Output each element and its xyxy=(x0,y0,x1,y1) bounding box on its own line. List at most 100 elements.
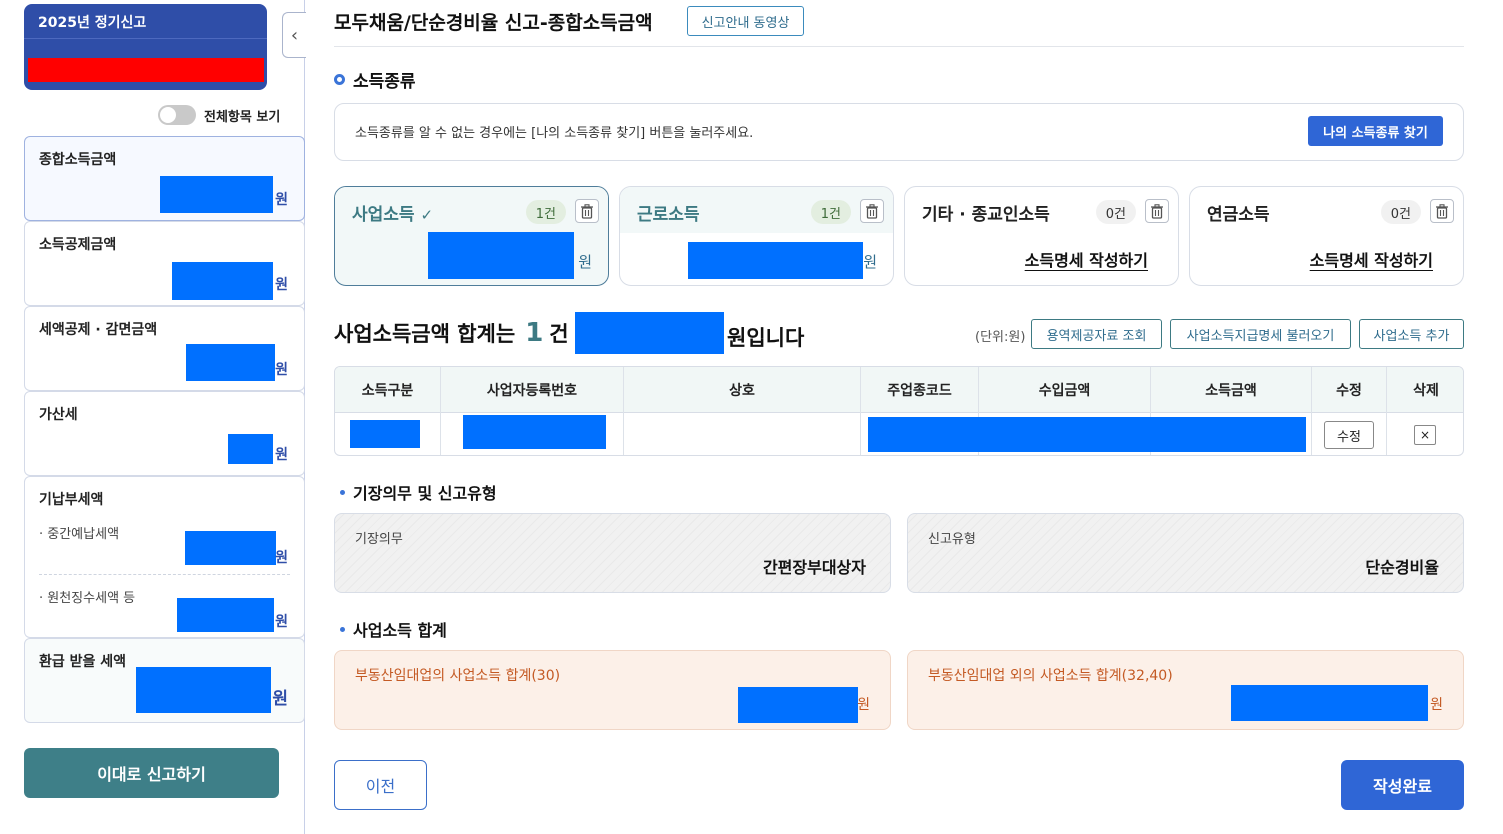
column-header: 삭제 xyxy=(1413,383,1439,399)
field-label: 부동산임대업 외의 사업소득 합계(32,40) xyxy=(928,668,1173,684)
column-header: 소득구분 xyxy=(335,367,441,413)
won-unit: 원 xyxy=(272,689,288,709)
redacted-amount xyxy=(186,344,275,381)
redacted-amount xyxy=(688,242,863,279)
year-card: 2025년 정기신고 xyxy=(24,4,267,90)
redacted-amount xyxy=(160,176,273,213)
sidebar-item-total-income[interactable]: 종합소득금액 원 xyxy=(24,136,305,221)
toggle-switch[interactable] xyxy=(158,105,196,125)
sidebar-item-label: 세액공제 · 감면금액 xyxy=(39,322,158,338)
other-business-total-box: 부동산임대업 외의 사업소득 합계(32,40) 원 xyxy=(907,650,1464,730)
divider xyxy=(24,38,267,39)
won-unit: 원 xyxy=(275,362,288,378)
count-badge: 1건 xyxy=(525,200,566,224)
header-divider xyxy=(334,46,1464,47)
sidebar-item-prepaid-tax[interactable]: 기납부세액 · 중간예납세액 원 · 원천징수세액 등 원 xyxy=(24,476,305,638)
count-badge: 0건 xyxy=(1095,200,1136,224)
income-card-pension[interactable]: 연금소득 0건 소득명세 작성하기 xyxy=(1189,186,1464,286)
income-card-name: 연금소득 xyxy=(1207,205,1270,225)
sub-item-interim-prepayment: · 중간예납세액 xyxy=(39,527,120,542)
income-card-earned[interactable]: 근로소득 1건 원 xyxy=(619,186,894,286)
redacted-amount xyxy=(228,434,273,464)
income-card-other-religious[interactable]: 기타 · 종교인소득 0건 소득명세 작성하기 xyxy=(904,186,1179,286)
bullet-icon xyxy=(340,626,345,632)
won-unit: 원 xyxy=(863,253,877,271)
field-value: 간편장부대상자 xyxy=(762,558,866,577)
won-unit: 원 xyxy=(857,697,870,713)
bullet-icon xyxy=(340,489,345,495)
won-unit: 원 xyxy=(578,253,592,271)
sidebar-item-income-deduction[interactable]: 소득공제금액 원 xyxy=(24,221,305,306)
field-value: 단순경비율 xyxy=(1365,558,1439,577)
redacted-cell xyxy=(350,420,420,448)
redacted-amount xyxy=(177,598,274,632)
trash-icon[interactable] xyxy=(1430,199,1454,223)
bookkeeping-section-title: 기장의무 및 신고유형 xyxy=(340,480,497,504)
column-header: 수입금액 xyxy=(979,367,1151,413)
realestate-business-total-box: 부동산임대업의 사업소득 합계(30) 원 xyxy=(334,650,891,730)
load-payment-statement-button[interactable]: 사업소득지급명세 불러오기 xyxy=(1170,319,1351,349)
notice-text: 소득종류를 알 수 없는 경우에는 [나의 소득종류 찾기] 버튼을 눌러주세요… xyxy=(355,126,754,141)
sub-item-withholding-tax: · 원천징수세액 등 xyxy=(39,591,136,606)
count-badge: 0건 xyxy=(1380,200,1421,224)
business-income-table: 소득구분 사업자등록번호 상호 주업종코드 수입금액 소득금액 수정 삭제 수정… xyxy=(334,366,1464,456)
toggle-label: 전체항목 보기 xyxy=(204,109,281,125)
service-data-lookup-button[interactable]: 용역제공자료 조회 xyxy=(1031,319,1162,349)
unit-label: (단위:원) xyxy=(975,330,1026,345)
find-income-type-button[interactable]: 나의 소득종류 찾기 xyxy=(1308,116,1443,146)
redacted-user-info xyxy=(28,58,264,82)
section-title-text: 사업소득 합계 xyxy=(353,621,447,640)
won-unit: 원 xyxy=(275,614,288,630)
column-header: 사업자등록번호 xyxy=(441,367,624,413)
previous-button[interactable]: 이전 xyxy=(334,760,427,810)
business-total-section-title: 사업소득 합계 xyxy=(340,617,447,641)
income-card-name: 근로소득 xyxy=(637,205,700,225)
sum-count-unit: 건 xyxy=(549,322,569,346)
redacted-amount xyxy=(136,667,271,713)
count-badge: 1건 xyxy=(810,200,851,224)
won-unit: 원 xyxy=(275,447,288,463)
redacted-amount xyxy=(172,262,273,300)
write-income-detail-link[interactable]: 소득명세 작성하기 xyxy=(1025,247,1148,271)
submit-report-button[interactable]: 이대로 신고하기 xyxy=(24,748,279,798)
guide-video-button[interactable]: 신고안내 동영상 xyxy=(687,6,804,36)
sidebar: 2025년 정기신고 전체항목 보기 종합소득금액 원 소득공제금액 원 세액공… xyxy=(0,0,305,834)
bookkeeping-duty-box: 기장의무 간편장부대상자 xyxy=(334,513,891,593)
page-title: 모두채움/단순경비율 신고-종합소득금액 xyxy=(334,12,653,34)
edit-row-button[interactable]: 수정 xyxy=(1324,421,1374,449)
column-header: 상호 xyxy=(624,367,861,413)
sum-prefix: 사업소득금액 합계는 xyxy=(334,322,516,346)
column-header: 주업종코드 xyxy=(861,367,979,413)
column-header: 소득금액 xyxy=(1151,367,1312,413)
business-income-sum-text: 사업소득금액 합계는 1 건 xyxy=(334,318,569,348)
income-card-name: 사업소득 ✓ xyxy=(352,205,434,225)
trash-icon[interactable] xyxy=(1145,199,1169,223)
sidebar-item-refund-tax[interactable]: 환급 받을 세액 원 xyxy=(24,638,305,723)
trash-icon[interactable] xyxy=(860,199,884,223)
sidebar-item-penalty-tax[interactable]: 가산세 원 xyxy=(24,391,305,476)
won-unit: 원 xyxy=(1430,697,1443,713)
trash-icon[interactable] xyxy=(575,199,599,223)
report-type-box: 신고유형 단순경비율 xyxy=(907,513,1464,593)
redacted-amount xyxy=(185,531,276,565)
year-label: 2025년 정기신고 xyxy=(38,15,147,31)
section-title-text: 기장의무 및 신고유형 xyxy=(353,484,497,503)
complete-button[interactable]: 작성완료 xyxy=(1341,760,1464,810)
sidebar-collapse-button[interactable]: ‹ xyxy=(282,12,306,58)
sidebar-item-tax-credit[interactable]: 세액공제 · 감면금액 원 xyxy=(24,306,305,391)
sidebar-item-label: 소득공제금액 xyxy=(39,237,117,253)
field-label: 부동산임대업의 사업소득 합계(30) xyxy=(355,668,561,684)
add-business-income-button[interactable]: 사업소득 추가 xyxy=(1359,319,1464,349)
chevron-left-icon: ‹ xyxy=(290,24,299,46)
check-icon: ✓ xyxy=(420,206,434,224)
redacted-total-amount xyxy=(575,312,724,354)
redacted-amount xyxy=(738,687,858,723)
income-card-business[interactable]: 사업소득 ✓ 1건 원 xyxy=(334,186,609,286)
won-unit: 원 xyxy=(275,277,288,293)
close-icon[interactable]: × xyxy=(1414,425,1436,445)
show-all-toggle[interactable]: 전체항목 보기 xyxy=(158,105,280,125)
write-income-detail-link[interactable]: 소득명세 작성하기 xyxy=(1310,247,1433,271)
sidebar-item-label: 기납부세액 xyxy=(39,492,104,508)
circle-bullet-icon xyxy=(334,74,345,85)
sidebar-item-label: 환급 받을 세액 xyxy=(39,654,127,670)
